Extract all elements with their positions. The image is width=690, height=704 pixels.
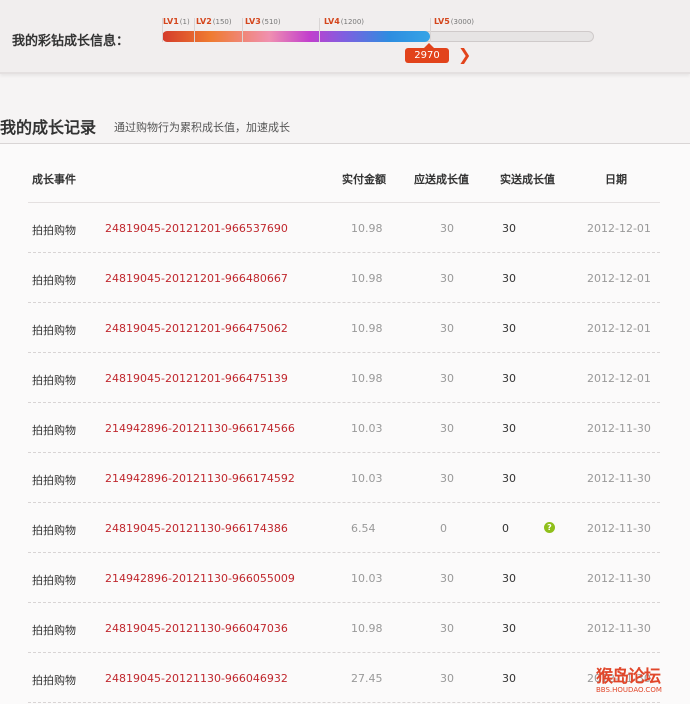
- level-lv4: LV4(1200): [324, 17, 365, 26]
- order-link[interactable]: 214942896-20121130-966174566: [105, 422, 295, 435]
- row-event: 拍拍购物: [32, 274, 76, 287]
- order-link[interactable]: 24819045-20121130-966174386: [105, 522, 288, 535]
- header-event: 成长事件: [32, 173, 76, 186]
- row-date: 2012-11-30: [587, 572, 651, 585]
- row-amount: 27.45: [351, 672, 383, 685]
- row-date: 2012-11-30: [587, 472, 651, 485]
- row-amount: 10.03: [351, 572, 383, 585]
- row-should-growth: 0: [440, 522, 447, 535]
- section-title: 我的成长记录: [0, 118, 97, 137]
- growth-progress-fill: [162, 31, 430, 42]
- question-icon[interactable]: ?: [544, 522, 555, 533]
- row-date: 2012-12-01: [587, 322, 651, 335]
- row-real-growth: 30: [502, 322, 516, 335]
- row-event: 拍拍购物: [32, 224, 76, 237]
- table-row: 拍拍购物 214942896-20121130-966055009 10.03 30 3…: [0, 553, 690, 603]
- row-real-growth: 30: [502, 422, 516, 435]
- order-link[interactable]: 24819045-20121201-966475139: [105, 372, 288, 385]
- row-real-growth: 30: [502, 222, 516, 235]
- watermark-logo: 猴岛论坛 BBS.HOUDAO.COM: [594, 662, 686, 700]
- row-real-growth: 30: [502, 622, 516, 635]
- level-tick: [319, 18, 320, 42]
- table-row: 拍拍购物 24819045-20121201-966537690 10.98 30 30…: [0, 203, 690, 253]
- level-lv3: LV3(510): [245, 17, 281, 26]
- growth-label: 我的彩钻成长信息：: [12, 34, 130, 49]
- table-row: 拍拍购物 24819045-20121201-966480667 10.98 30 30…: [0, 253, 690, 303]
- table-row: 拍拍购物 24819045-20121130-966174386 6.54 0 0 201…: [0, 503, 690, 553]
- order-link[interactable]: 24819045-20121130-966046932: [105, 672, 288, 685]
- header-date: 日期: [605, 173, 627, 186]
- row-date: 2012-11-30: [587, 422, 651, 435]
- table-row: 拍拍购物 214942896-20121130-966174566 10.03 30 3…: [0, 403, 690, 453]
- order-link[interactable]: 24819045-20121130-966047036: [105, 622, 288, 635]
- row-real-growth: 30: [502, 472, 516, 485]
- level-lv1: LV1(1): [163, 17, 190, 26]
- row-event: 拍拍购物: [32, 524, 76, 537]
- level-lv5: LV5(3000): [434, 17, 475, 26]
- row-should-growth: 30: [440, 572, 454, 585]
- row-amount: 10.03: [351, 422, 383, 435]
- table-header: 成长事件 实付金额 应送成长值 实送成长值 日期: [0, 144, 690, 202]
- table-row: 拍拍购物 24819045-20121201-966475139 10.98 30 30…: [0, 353, 690, 403]
- row-should-growth: 30: [440, 372, 454, 385]
- header-amount: 实付金额: [342, 173, 386, 186]
- row-event: 拍拍购物: [32, 474, 76, 487]
- level-lv2: LV2(150): [196, 17, 232, 26]
- row-date: 2012-12-01: [587, 372, 651, 385]
- row-should-growth: 30: [440, 672, 454, 685]
- row-event: 拍拍购物: [32, 624, 76, 637]
- row-event: 拍拍购物: [32, 574, 76, 587]
- row-real-growth: 0: [502, 522, 509, 535]
- order-link[interactable]: 214942896-20121130-966055009: [105, 572, 295, 585]
- row-real-growth: 30: [502, 572, 516, 585]
- growth-panel: 我的彩钻成长信息： LV1(1) LV2(150) LV3(510) LV4(1…: [0, 0, 690, 80]
- row-amount: 10.98: [351, 622, 383, 635]
- row-date: 2012-11-30: [587, 622, 651, 635]
- row-amount: 6.54: [351, 522, 376, 535]
- row-should-growth: 30: [440, 222, 454, 235]
- growth-record-table: 成长事件 实付金额 应送成长值 实送成长值 日期 拍拍购物 24819045-20…: [0, 143, 690, 704]
- row-date: 2012-12-01: [587, 272, 651, 285]
- table-row: 拍拍购物 24819045-20121130-966047036 10.98 30 30…: [0, 603, 690, 653]
- table-row: 拍拍购物 24819045-20121130-966046932 27.45 30 30…: [0, 653, 690, 703]
- header-real: 实送成长值: [500, 173, 555, 186]
- level-tick: [430, 18, 431, 42]
- table-row: 拍拍购物 214942896-20121130-966174592 10.03 30 3…: [0, 453, 690, 503]
- row-should-growth: 30: [440, 422, 454, 435]
- row-event: 拍拍购物: [32, 324, 76, 337]
- section-subtitle: 通过购物行为累积成长值，加速成长: [114, 121, 290, 134]
- row-amount: 10.98: [351, 322, 383, 335]
- row-event: 拍拍购物: [32, 424, 76, 437]
- order-link[interactable]: 214942896-20121130-966174592: [105, 472, 295, 485]
- row-should-growth: 30: [440, 622, 454, 635]
- chevron-right-icon[interactable]: ❯: [458, 45, 471, 64]
- row-real-growth: 30: [502, 372, 516, 385]
- row-event: 拍拍购物: [32, 374, 76, 387]
- watermark-text: 猴岛论坛: [596, 667, 661, 687]
- header-should: 应送成长值: [414, 173, 469, 186]
- current-growth-badge: 2970: [405, 43, 449, 63]
- level-tick: [242, 18, 243, 42]
- row-should-growth: 30: [440, 272, 454, 285]
- table-row: 拍拍购物 24819045-20121201-966475062 10.98 30 30…: [0, 303, 690, 353]
- row-event: 拍拍购物: [32, 674, 76, 687]
- row-amount: 10.98: [351, 272, 383, 285]
- order-link[interactable]: 24819045-20121201-966480667: [105, 272, 288, 285]
- level-tick: [194, 18, 195, 42]
- row-amount: 10.98: [351, 372, 383, 385]
- row-amount: 10.98: [351, 222, 383, 235]
- row-real-growth: 30: [502, 272, 516, 285]
- row-date: 2012-12-01: [587, 222, 651, 235]
- row-real-growth: 30: [502, 672, 516, 685]
- row-should-growth: 30: [440, 472, 454, 485]
- row-should-growth: 30: [440, 322, 454, 335]
- row-date: 2012-11-30: [587, 522, 651, 535]
- watermark-url: BBS.HOUDAO.COM: [596, 686, 662, 694]
- row-amount: 10.03: [351, 472, 383, 485]
- order-link[interactable]: 24819045-20121201-966475062: [105, 322, 288, 335]
- order-link[interactable]: 24819045-20121201-966537690: [105, 222, 288, 235]
- row-divider: [28, 702, 660, 703]
